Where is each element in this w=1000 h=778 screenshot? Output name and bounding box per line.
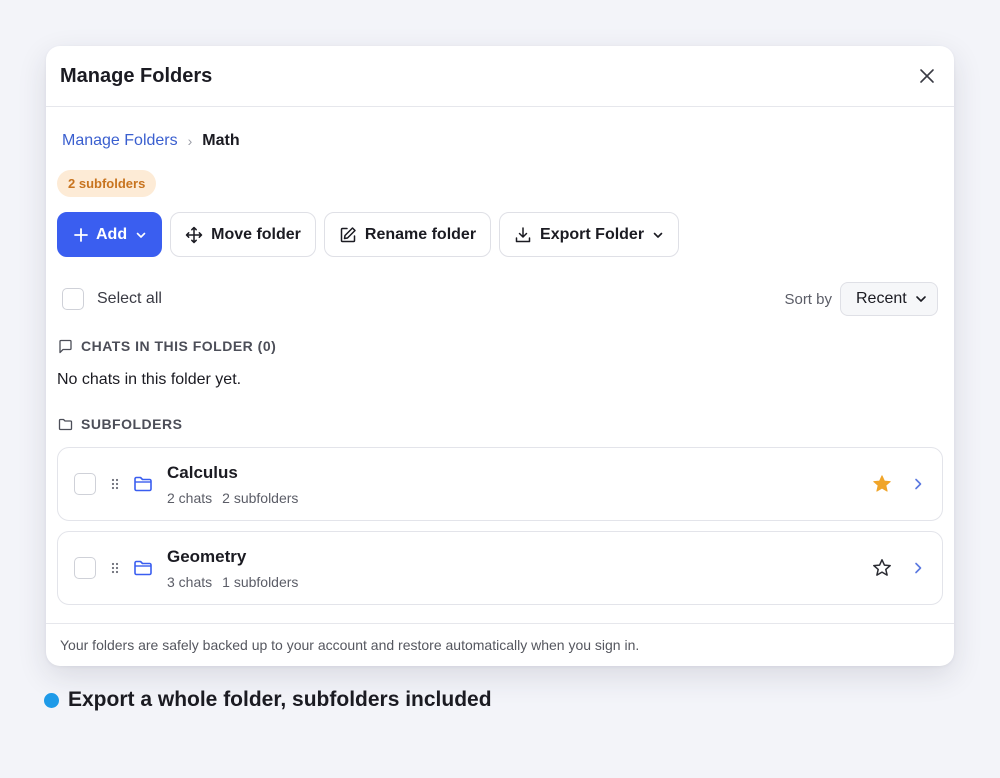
chevron-down-icon [136, 232, 146, 238]
sort-label: Sort by [784, 290, 832, 308]
subfolder-info: Geometry 3 chats 1 subfolders [167, 547, 870, 590]
chevron-right-icon [915, 478, 922, 490]
favorite-button[interactable] [870, 472, 894, 496]
subfolders-section-heading: SUBFOLDERS [58, 416, 182, 432]
move-folder-button[interactable]: Move folder [170, 212, 316, 257]
select-all: Select all [62, 288, 162, 310]
plus-icon [74, 227, 88, 242]
open-subfolder-button[interactable] [908, 556, 928, 580]
folder-outline-icon [58, 418, 73, 430]
open-subfolder-button[interactable] [908, 472, 928, 496]
caption-bullet [44, 692, 59, 708]
favorite-button[interactable] [870, 556, 894, 580]
chevron-down-icon [916, 296, 926, 302]
subfolder-chat-count: 2 chats [167, 489, 213, 506]
folder-icon [134, 476, 152, 492]
star-outline-icon [873, 559, 891, 576]
chevron-right-icon [915, 562, 922, 574]
export-folder-label: Export Folder [540, 225, 645, 243]
edit-pencil-icon [340, 226, 356, 242]
drag-handle-icon[interactable] [109, 562, 121, 574]
modal-header: Manage Folders [46, 46, 954, 107]
breadcrumb-separator: › [187, 133, 193, 149]
rename-folder-button[interactable]: Rename folder [323, 212, 492, 257]
chat-bubble-icon [59, 339, 72, 353]
subfolder-checkbox[interactable] [74, 557, 96, 579]
subfolder-info: Calculus 2 chats 2 subfolders [167, 463, 870, 506]
subfolder-subfolder-count: 1 subfolders [222, 573, 299, 590]
manage-folders-modal: Manage Folders Manage Folders › Math 2 s… [46, 46, 954, 666]
subfolder-name: Geometry [167, 546, 247, 566]
caption-text: Export a whole folder, subfolders includ… [68, 688, 492, 711]
add-button[interactable]: Add [57, 212, 163, 257]
close-icon [920, 69, 934, 83]
drag-handle-icon[interactable] [109, 478, 121, 490]
star-filled-icon [873, 475, 891, 492]
subfolder-meta: 3 chats 1 subfolders [167, 574, 870, 590]
select-all-label[interactable]: Select all [97, 290, 162, 308]
sort-control: Sort by Recent [784, 282, 938, 316]
subfolder-count-badge: 2 subfolders [57, 170, 157, 197]
modal-title: Manage Folders [60, 64, 213, 87]
chats-section-heading-label: CHATS IN THIS FOLDER (0) [81, 338, 277, 354]
feature-caption: Export a whole folder, subfolders includ… [44, 688, 492, 712]
breadcrumb: Manage Folders › Math [62, 132, 240, 150]
move-folder-label: Move folder [211, 225, 301, 243]
selection-row: Select all Sort by Recent [62, 282, 938, 316]
folder-icon [134, 560, 152, 576]
modal-footer: Your folders are safely backed up to you… [46, 623, 954, 666]
breadcrumb-current: Math [202, 132, 240, 149]
subfolder-row-calculus[interactable]: Calculus 2 chats 2 subfolders [57, 447, 943, 521]
empty-chats-text: No chats in this folder yet. [57, 371, 242, 388]
chats-section-heading: CHATS IN THIS FOLDER (0) [58, 338, 276, 354]
subfolder-meta: 2 chats 2 subfolders [167, 490, 870, 506]
chevron-down-icon [653, 232, 663, 238]
export-folder-button[interactable]: Export Folder [499, 212, 680, 257]
subfolders-section-heading-label: SUBFOLDERS [81, 416, 183, 432]
subfolder-chat-count: 3 chats [167, 573, 213, 590]
add-button-label: Add [96, 225, 128, 243]
select-all-checkbox[interactable] [62, 288, 84, 310]
toolbar: Add Move folder Rename folder Export Fol… [57, 212, 680, 257]
move-arrows-icon [185, 226, 203, 243]
sort-select[interactable]: Recent [840, 282, 938, 316]
subfolder-row-geometry[interactable]: Geometry 3 chats 1 subfolders [57, 531, 943, 605]
backup-notice: Your folders are safely backed up to you… [60, 637, 640, 653]
download-icon [515, 226, 531, 242]
subfolder-checkbox[interactable] [74, 473, 96, 495]
sort-value: Recent [856, 290, 907, 307]
close-button[interactable] [914, 63, 940, 89]
rename-folder-label: Rename folder [364, 225, 477, 243]
subfolder-name: Calculus [167, 462, 238, 482]
subfolder-subfolder-count: 2 subfolders [222, 489, 299, 506]
breadcrumb-root-link[interactable]: Manage Folders [62, 132, 178, 150]
